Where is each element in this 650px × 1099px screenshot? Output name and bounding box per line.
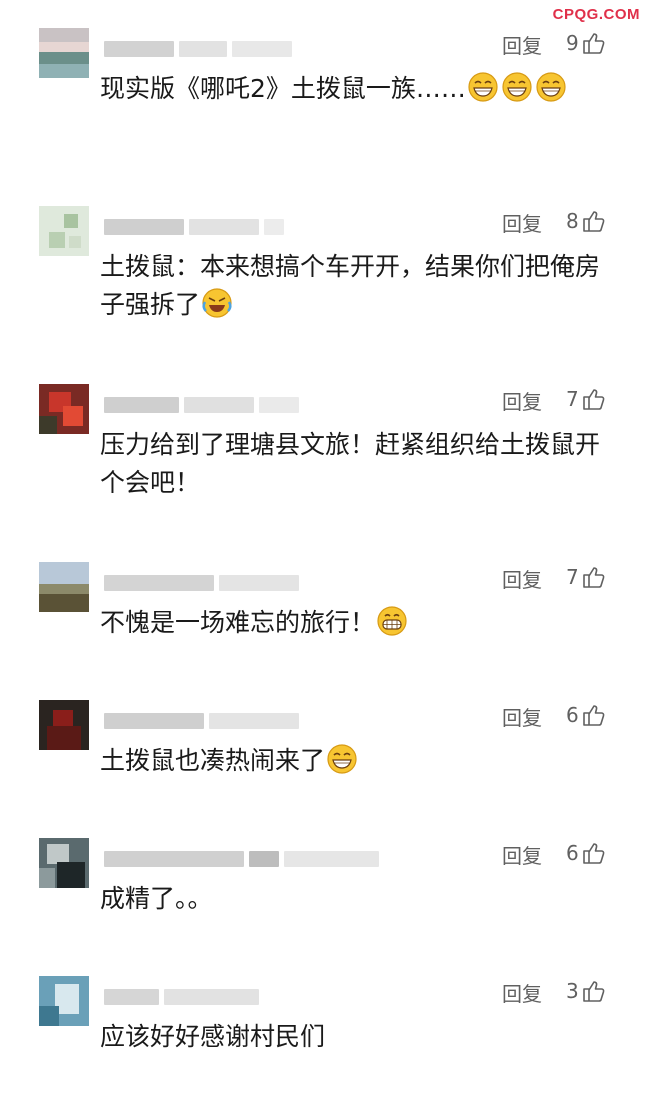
reply-button[interactable]: 回复 — [502, 702, 542, 731]
username-blurred[interactable] — [104, 848, 379, 870]
comment-text: 成精了。。 — [100, 880, 620, 918]
like-button[interactable]: 3 — [566, 978, 607, 1004]
comment-text-body: 成精了。。 — [100, 884, 213, 913]
username-blurred[interactable] — [104, 394, 299, 416]
comment-text: 土拨鼠也凑热闹来了 — [100, 742, 620, 780]
like-count: 9 — [566, 31, 579, 55]
rolling-laughing-face-icon — [201, 287, 233, 319]
reply-button[interactable]: 回复 — [502, 386, 542, 415]
username-blurred[interactable] — [104, 216, 284, 238]
watermark-logo: CPQG.COM — [552, 6, 640, 23]
grinning-face-icon — [467, 71, 499, 103]
comment-text-body: 压力给到了理塘县文旅！赶紧组织给土拨鼠开个会吧！ — [100, 430, 601, 497]
reply-button[interactable]: 回复 — [502, 978, 542, 1007]
like-button[interactable]: 8 — [566, 208, 607, 234]
like-button[interactable]: 6 — [566, 702, 607, 728]
thumbs-up-icon — [581, 208, 607, 234]
username-blurred[interactable] — [104, 38, 292, 60]
like-count: 3 — [566, 979, 579, 1003]
avatar[interactable] — [39, 976, 89, 1026]
like-count: 8 — [566, 209, 579, 233]
like-count: 6 — [566, 841, 579, 865]
thumbs-up-icon — [581, 564, 607, 590]
username-blurred[interactable] — [104, 572, 299, 594]
avatar[interactable] — [39, 838, 89, 888]
thumbs-up-icon — [581, 386, 607, 412]
like-button[interactable]: 6 — [566, 840, 607, 866]
comment-text: 现实版《哪吒2》土拨鼠一族…… — [100, 70, 620, 108]
username-blurred[interactable] — [104, 710, 299, 732]
grinning-face-icon — [535, 71, 567, 103]
comment-text: 压力给到了理塘县文旅！赶紧组织给土拨鼠开个会吧！ — [100, 426, 620, 502]
comment-text-body: 应该好好感谢村民们 — [100, 1022, 326, 1051]
grinning-face-icon — [326, 743, 358, 775]
comment-text-body: 现实版《哪吒2》土拨鼠一族…… — [100, 74, 466, 103]
comment-text-body: 土拨鼠也凑热闹来了 — [100, 746, 326, 775]
reply-button[interactable]: 回复 — [502, 564, 542, 593]
username-blurred[interactable] — [104, 986, 259, 1008]
avatar[interactable] — [39, 206, 89, 256]
comment-text: 土拨鼠：本来想搞个车开开，结果你们把俺房子强拆了 — [100, 248, 620, 324]
like-button[interactable]: 7 — [566, 386, 607, 412]
comment-text-body: 不愧是一场难忘的旅行！ — [100, 608, 376, 637]
grinning-face-icon — [501, 71, 533, 103]
reply-button[interactable]: 回复 — [502, 840, 542, 869]
like-count: 6 — [566, 703, 579, 727]
thumbs-up-icon — [581, 840, 607, 866]
like-count: 7 — [566, 565, 579, 589]
comment-text-body: 土拨鼠：本来想搞个车开开，结果你们把俺房子强拆了 — [100, 252, 601, 319]
thumbs-up-icon — [581, 978, 607, 1004]
comment-text: 不愧是一场难忘的旅行！ — [100, 604, 620, 642]
comment-text: 应该好好感谢村民们 — [100, 1018, 620, 1056]
avatar[interactable] — [39, 562, 89, 612]
avatar[interactable] — [39, 700, 89, 750]
reply-button[interactable]: 回复 — [502, 208, 542, 237]
like-button[interactable]: 9 — [566, 30, 607, 56]
thumbs-up-icon — [581, 30, 607, 56]
grinning-face-icon — [376, 605, 408, 637]
like-count: 7 — [566, 387, 579, 411]
avatar[interactable] — [39, 28, 89, 78]
avatar[interactable] — [39, 384, 89, 434]
thumbs-up-icon — [581, 702, 607, 728]
like-button[interactable]: 7 — [566, 564, 607, 590]
reply-button[interactable]: 回复 — [502, 30, 542, 59]
